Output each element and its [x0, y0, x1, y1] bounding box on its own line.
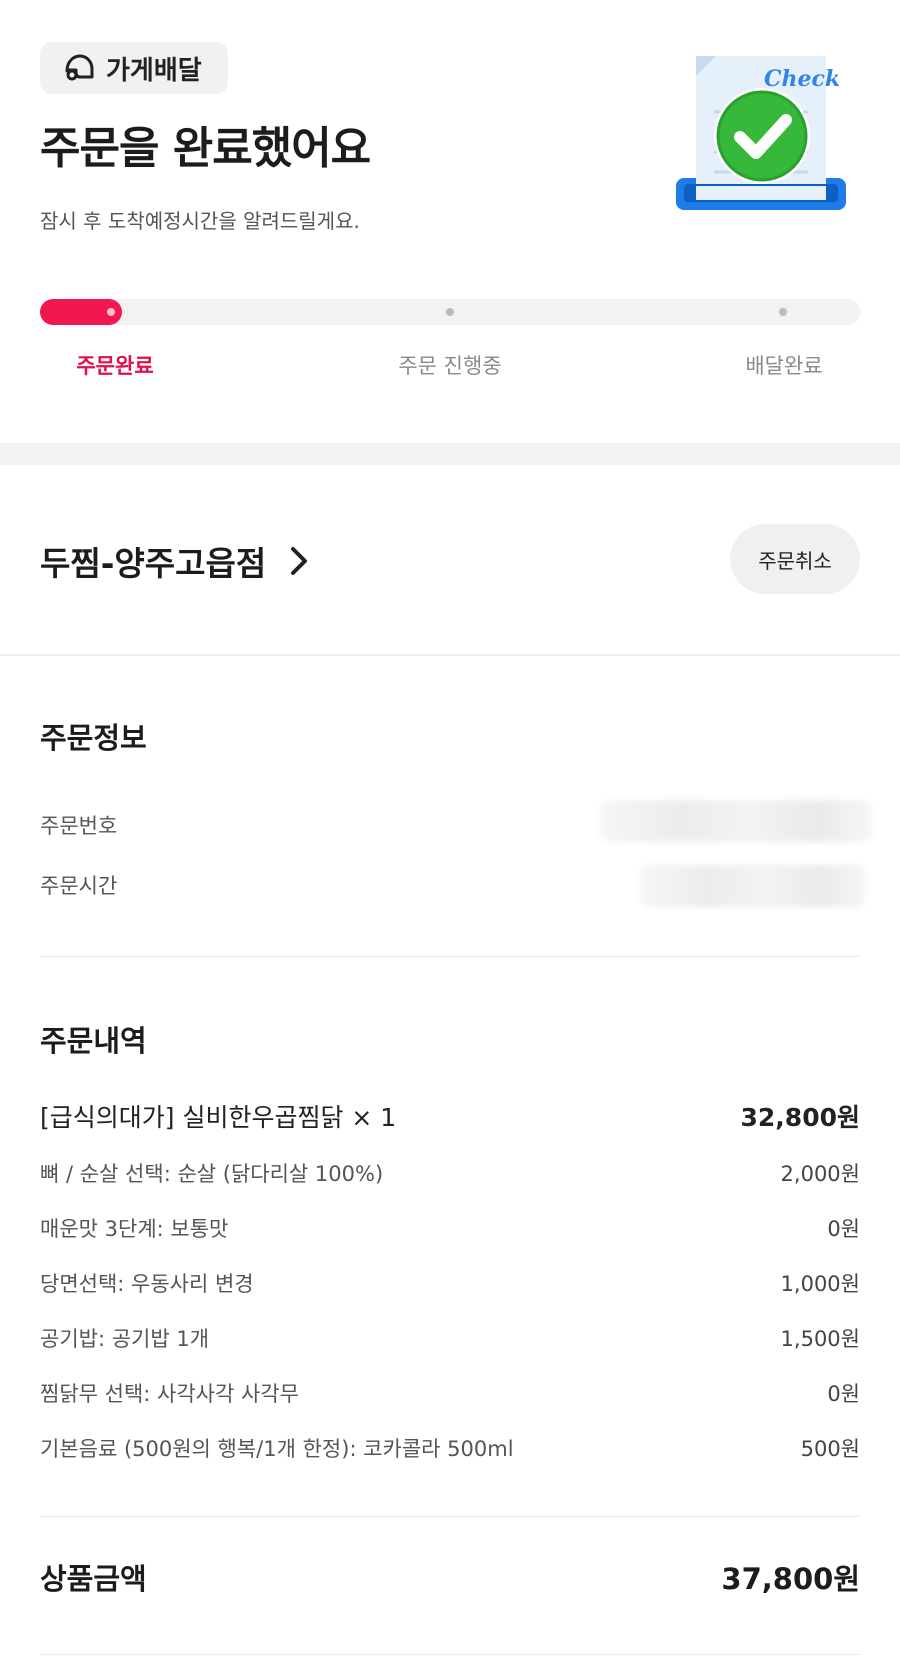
option-name: 매운맛 3단계: 보통맛 — [40, 1217, 229, 1241]
menu-item-name: [급식의대가] 실비한우곱찜닭 × 1 — [40, 1103, 397, 1132]
option-price: 500원 — [800, 1437, 860, 1461]
option-name: 공기밥: 공기밥 1개 — [40, 1327, 210, 1351]
delivery-type-label: 가게배달 — [106, 55, 202, 86]
cancel-order-button[interactable]: 주문취소 — [730, 524, 860, 594]
step-label-in-progress: 주문 진행중 — [398, 354, 502, 378]
step-label-ordered: 주문완료 — [76, 354, 154, 378]
delivery-helmet-icon — [65, 54, 94, 81]
total-label: 상품금액 — [40, 1562, 147, 1596]
order-time-value-redacted — [640, 865, 866, 907]
option-price: 0원 — [827, 1382, 860, 1406]
option-row: 공기밥: 공기밥 1개 1,500원 — [40, 1323, 860, 1353]
progress-dot-in-progress — [446, 308, 454, 316]
option-name: 기본음료 (500원의 행복/1개 한정): 코카콜라 500ml — [40, 1437, 514, 1461]
divider — [40, 1516, 860, 1517]
option-row: 당면선택: 우동사리 변경 1,000원 — [40, 1268, 860, 1298]
order-number-value-redacted — [600, 800, 872, 842]
total-value: 37,800원 — [721, 1562, 860, 1596]
option-price: 1,500원 — [780, 1327, 860, 1351]
menu-item-row: [급식의대가] 실비한우곱찜닭 × 1 32,800원 — [40, 1098, 860, 1134]
store-name: 두찜-양주고읍점 — [40, 544, 267, 583]
divider — [40, 1654, 860, 1655]
option-price: 2,000원 — [780, 1162, 860, 1186]
option-row: 매운맛 3단계: 보통맛 0원 — [40, 1213, 860, 1243]
page-title: 주문을 완료했어요 — [40, 123, 371, 174]
order-progress-bar — [40, 299, 860, 325]
order-time-label: 주문시간 — [40, 874, 118, 898]
total-row: 상품금액 37,800원 — [40, 1556, 860, 1598]
option-row: 찜닭무 선택: 사각사각 사각무 0원 — [40, 1378, 860, 1408]
menu-item-price: 32,800원 — [740, 1103, 860, 1132]
option-row: 뼈 / 순살 선택: 순살 (닭다리살 100%) 2,000원 — [40, 1158, 860, 1188]
option-name: 찜닭무 선택: 사각사각 사각무 — [40, 1382, 299, 1406]
store-link[interactable]: 두찜-양주고읍점 — [40, 537, 310, 585]
option-name: 당면선택: 우동사리 변경 — [40, 1272, 254, 1296]
check-receipt-icon: Check — [676, 56, 846, 210]
order-number-label: 주문번호 — [40, 814, 118, 838]
order-status-header: 가게배달 주문을 완료했어요 잠시 후 도착예정시간을 알려드릴게요. Chec… — [0, 0, 900, 443]
store-section: 두찜-양주고읍점 주문취소 — [0, 465, 900, 655]
step-label-delivered: 배달완료 — [745, 354, 823, 378]
delivery-type-chip: 가게배달 — [40, 42, 228, 94]
option-price: 0원 — [827, 1217, 860, 1241]
section-separator — [0, 443, 900, 465]
progress-dot-delivered — [779, 308, 787, 316]
order-detail-title: 주문내역 — [40, 1024, 147, 1058]
option-price: 1,000원 — [780, 1272, 860, 1296]
option-name: 뼈 / 순살 선택: 순살 (닭다리살 100%) — [40, 1162, 384, 1186]
chevron-right-icon — [291, 547, 308, 575]
progress-dot-ordered — [107, 308, 115, 316]
divider — [40, 956, 860, 957]
check-illustration-text: Check — [764, 66, 840, 92]
option-row: 기본음료 (500원의 행복/1개 한정): 코카콜라 500ml 500원 — [40, 1433, 860, 1463]
page-subtitle: 잠시 후 도착예정시간을 알려드릴게요. — [40, 209, 360, 233]
order-info-title: 주문정보 — [40, 721, 147, 755]
divider — [0, 654, 900, 656]
